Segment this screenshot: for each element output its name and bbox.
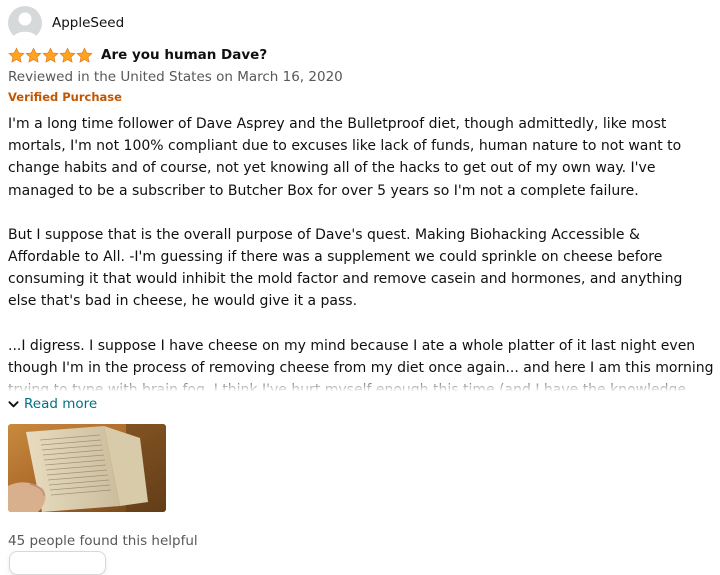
book-photo-image xyxy=(8,424,166,512)
review-date: Reviewed in the United States on March 1… xyxy=(8,69,343,85)
read-more-label: Read more xyxy=(24,396,98,412)
helpful-button[interactable] xyxy=(9,551,106,575)
user-avatar-icon xyxy=(12,12,38,40)
star-icon xyxy=(8,46,25,63)
helpful-count: 45 people found this helpful xyxy=(8,533,198,549)
customer-review: AppleSeed Are you human Dave? Reviewed i… xyxy=(8,6,714,549)
text-fade-overlay xyxy=(8,375,714,391)
reviewer-profile[interactable]: AppleSeed xyxy=(8,6,714,40)
reviewer-name[interactable]: AppleSeed xyxy=(52,15,124,31)
review-image-thumbnail[interactable] xyxy=(8,424,166,512)
verified-purchase-badge: Verified Purchase xyxy=(8,90,122,104)
review-title[interactable]: Are you human Dave? xyxy=(101,47,267,63)
review-paragraph: I'm a long time follower of Dave Asprey … xyxy=(8,116,682,199)
star-icon xyxy=(76,46,93,63)
review-paragraph: But I suppose that is the overall purpos… xyxy=(8,226,683,310)
read-more-button[interactable]: Read more xyxy=(8,394,714,414)
avatar[interactable] xyxy=(8,6,42,40)
review-body-container: I'm a long time follower of Dave Asprey … xyxy=(8,113,714,391)
star-rating[interactable] xyxy=(8,46,93,64)
review-title-row: Are you human Dave? xyxy=(8,45,714,65)
review-body: I'm a long time follower of Dave Asprey … xyxy=(8,113,714,391)
star-icon xyxy=(25,46,42,63)
star-icon xyxy=(42,46,59,63)
star-icon xyxy=(59,46,76,63)
chevron-down-icon xyxy=(8,400,19,407)
